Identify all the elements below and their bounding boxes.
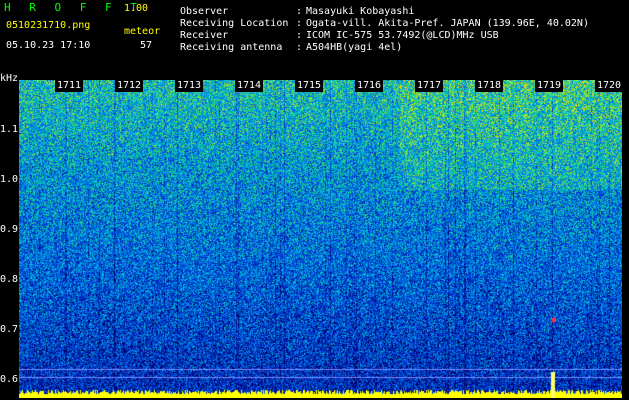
time-label: 1714 (235, 80, 264, 92)
hroft-screen: { "app": { "name": "H R O F F T", "versi… (0, 0, 629, 400)
info-sep-4: : (296, 42, 303, 53)
time-label: 1720 (595, 80, 624, 92)
info-value-observer: Masayuki Kobayashi (306, 6, 415, 17)
info-value-receiver: ICOM IC-575 53.7492(@LCD)MHz USB (306, 30, 499, 41)
time-label: 1717 (415, 80, 444, 92)
info-key-location: Receiving Location (180, 18, 289, 29)
time-axis: 1711 1712 1713 1714 1715 1716 1717 1718 … (19, 80, 624, 92)
info-key-antenna: Receiving antenna (180, 42, 283, 53)
time-label: 1716 (355, 80, 384, 92)
y-tick-0.6: 0.6 (0, 374, 19, 385)
time-label: 1715 (295, 80, 324, 92)
y-tick-1.1: 1.1 (0, 124, 19, 135)
time-label: 1712 (115, 80, 144, 92)
meteor-count: 57 (140, 40, 153, 51)
spectrogram (19, 80, 622, 398)
time-label: 1719 (535, 80, 564, 92)
info-value-location: Ogata-vill. Akita-Pref. JAPAN (139.96E, … (306, 18, 589, 29)
time-label: 1718 (475, 80, 504, 92)
y-tick-0.7: 0.7 (0, 324, 19, 335)
meteor-label: meteor (124, 26, 161, 37)
app-version: 1.00 (124, 3, 149, 14)
y-tick-0.8: 0.8 (0, 274, 19, 285)
time-label: 1711 (55, 80, 84, 92)
info-value-antenna: A504HB(yagi 4el) (306, 42, 403, 53)
file-name: 0510231710.png (6, 20, 91, 31)
app-name: H R O F F T (4, 1, 143, 14)
info-sep-2: : (296, 18, 303, 29)
file-datetime: 05.10.23 17:10 (6, 40, 91, 51)
y-tick-1.0: 1.0 (0, 174, 19, 185)
axis-unit: kHz (0, 73, 19, 84)
y-tick-0.9: 0.9 (0, 224, 19, 235)
time-label: 1713 (175, 80, 204, 92)
info-key-receiver: Receiver (180, 30, 229, 41)
info-sep-3: : (296, 30, 303, 41)
info-key-observer: Observer (180, 6, 229, 17)
info-sep-1: : (296, 6, 303, 17)
